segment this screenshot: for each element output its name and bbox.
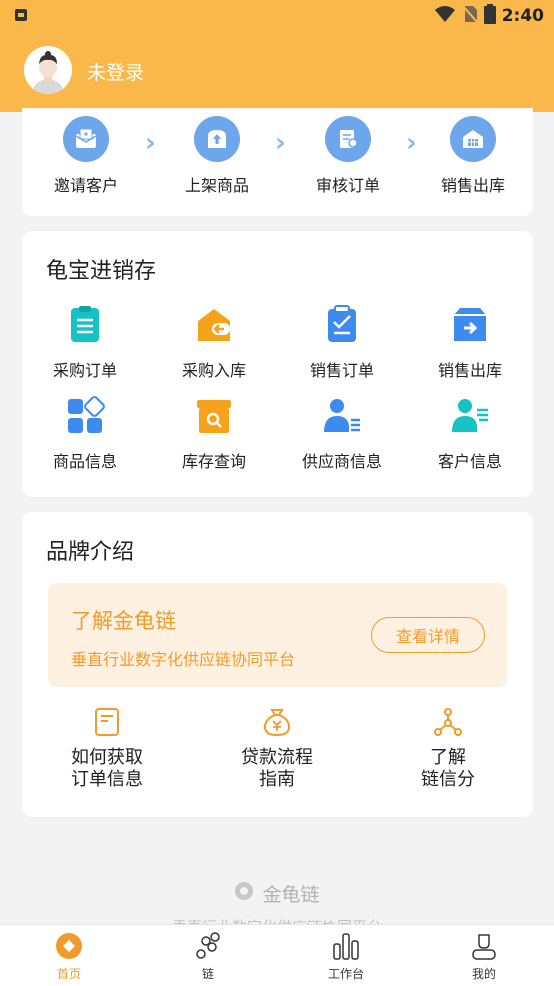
grid-label: 客户信息 [437,452,502,471]
grid-label: 销售出库 [437,361,502,380]
stock-in-icon [194,305,234,345]
document-icon [92,707,122,737]
chevron-right-icon: › [275,128,286,158]
grid-label: 供应商信息 [301,452,382,471]
clock: 2:40 [501,6,544,26]
step-invite-customer[interactable]: 邀请客户 [36,116,136,196]
grid-label: 采购入库 [181,361,246,380]
avatar[interactable] [24,46,72,94]
notification-icon [14,7,28,21]
info-item-chain-score[interactable]: 了解 链信分 [378,707,518,791]
section-title: 龟宝进销存 [46,259,157,284]
grid-item-customer-info[interactable]: 客户信息 [415,396,525,472]
step-list-product[interactable]: 上架商品 [167,116,267,196]
step-review-order[interactable]: 审核订单 [298,116,398,196]
warehouse-icon [450,116,496,162]
mail-icon [63,116,109,162]
inventory-card: 龟宝进销存 采购订单 采购入库 销售订单 销售出库 商品信息 库存查询 供应商信… [22,231,533,497]
tab-workbench[interactable]: 工作台 [306,931,386,982]
customer-icon [450,396,490,436]
grid-label: 销售订单 [309,361,374,380]
apps-icon [65,396,105,436]
workflow-card: 邀请客户 › 上架商品 › 审核订单 › 销售出库 [22,108,533,216]
grid-item-stock-query[interactable]: 库存查询 [159,396,269,472]
step-label: 审核订单 [315,176,380,195]
grid-label: 库存查询 [181,452,246,471]
login-status[interactable]: 未登录 [87,58,144,85]
tab-chain[interactable]: 链 [168,931,248,982]
grid-label: 采购订单 [52,361,117,380]
stock-search-icon [194,396,234,436]
info-label: 如何获取 订单信息 [71,747,143,790]
tab-label: 我的 [471,967,496,981]
tab-home[interactable]: 首页 [29,931,109,982]
sales-order-icon [322,305,362,345]
tab-label: 链 [201,967,214,981]
chart-icon [331,931,361,961]
profile-icon [469,931,499,961]
chevron-right-icon: › [406,128,417,158]
review-order-icon [325,116,371,162]
promo-subtitle: 垂直行业数字化供应链协同平台 [71,650,296,669]
money-bag-icon [262,707,292,737]
battery-icon [483,4,496,28]
grid-item-purchase-stock-in[interactable]: 采购入库 [159,305,269,381]
chevron-right-icon: › [145,128,156,158]
grid-label: 商品信息 [52,452,117,471]
section-title: 品牌介绍 [46,540,135,565]
info-item-loan-guide[interactable]: 贷款流程 指南 [207,707,347,791]
tab-profile[interactable]: 我的 [444,931,524,982]
status-bar: 2:40 [0,0,554,30]
grid-item-purchase-order[interactable]: 采购订单 [30,305,140,381]
brand-card: 品牌介绍 了解金龟链 垂直行业数字化供应链协同平台 查看详情 如何获取 订单信息… [22,512,533,817]
view-details-button[interactable]: 查看详情 [371,617,485,653]
chain-icon [193,931,223,961]
wifi-icon [434,5,456,27]
grid-item-product-info[interactable]: 商品信息 [30,396,140,472]
info-label: 了解 链信分 [421,747,475,790]
step-label: 上架商品 [184,176,249,195]
network-icon [433,707,463,737]
step-sales-outbound[interactable]: 销售出库 [423,116,523,196]
clipboard-icon [65,305,105,345]
tab-label: 工作台 [327,967,364,981]
shelf-upload-icon [194,116,240,162]
grid-item-supplier-info[interactable]: 供应商信息 [287,396,397,472]
promo-banner[interactable]: 了解金龟链 垂直行业数字化供应链协同平台 查看详情 [48,583,507,687]
step-label: 销售出库 [440,176,505,195]
logo-icon [234,881,254,906]
supplier-icon [322,396,362,436]
promo-title: 了解金龟链 [71,609,176,633]
info-label: 贷款流程 指南 [241,747,313,790]
stock-out-icon [450,305,490,345]
grid-item-sales-order[interactable]: 销售订单 [287,305,397,381]
no-sim-icon [461,5,478,27]
home-icon [54,931,84,961]
tab-bar: 首页 链 工作台 我的 [0,924,554,986]
footer-brand: 金龟链 [0,880,554,907]
tab-label: 首页 [56,967,81,981]
step-label: 邀请客户 [53,176,118,195]
grid-item-sales-stock-out[interactable]: 销售出库 [415,305,525,381]
header: 未登录 [0,30,554,112]
info-item-order-info[interactable]: 如何获取 订单信息 [37,707,177,791]
